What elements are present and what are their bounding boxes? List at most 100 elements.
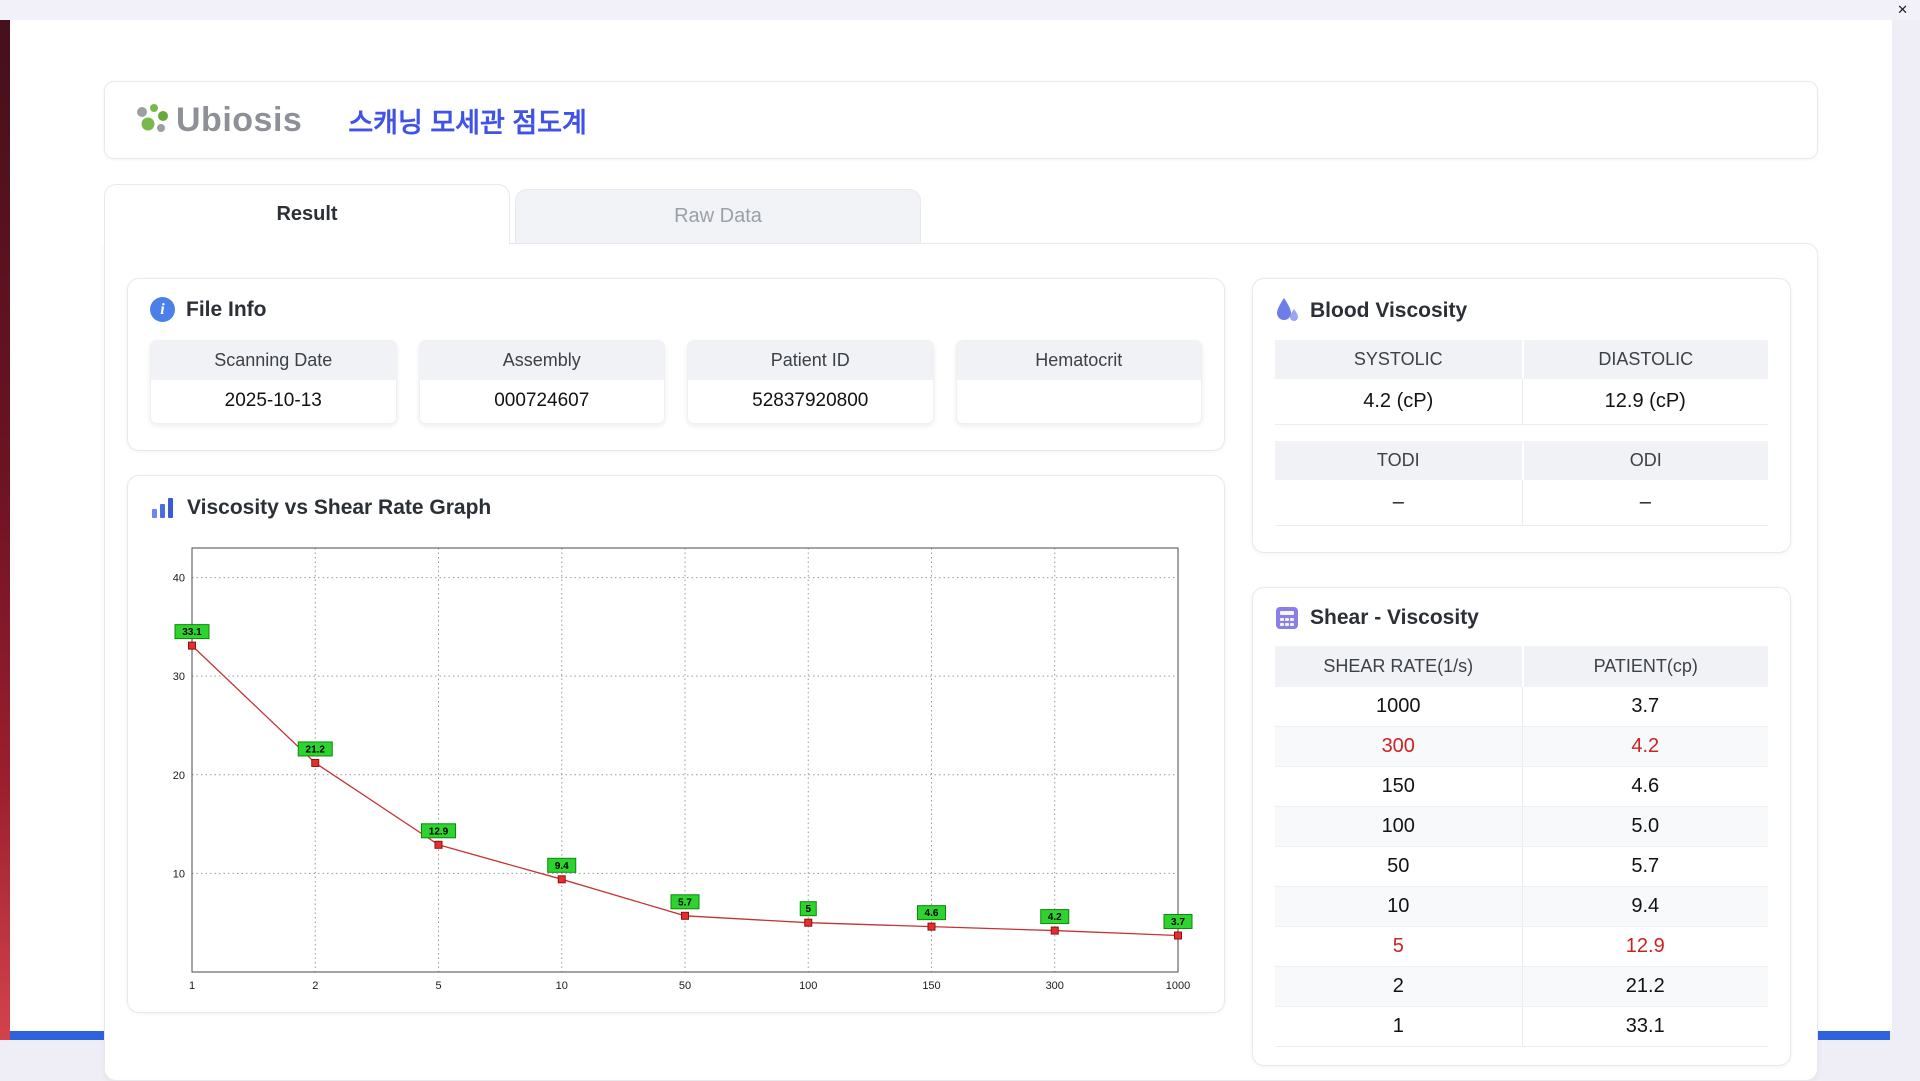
bv-value-row: – –	[1275, 480, 1768, 526]
viscosity-graph-card: Viscosity vs Shear Rate Graph 10 20 30 40 1 2…	[127, 475, 1225, 1013]
field-patient-id: Patient ID 52837920800	[687, 340, 934, 424]
result-panel: i File Info Scanning Date 2025-10-13 Ass…	[104, 243, 1818, 1081]
right-column: Blood Viscosity SYSTOLIC DIASTOLIC 4.2 (…	[1252, 278, 1791, 1066]
bv-header-odi: ODI	[1521, 441, 1768, 480]
desktop-background-strip	[0, 20, 10, 1040]
svg-text:2: 2	[312, 980, 318, 992]
tab-raw-data[interactable]: Raw Data	[515, 189, 921, 243]
svg-text:21.2: 21.2	[306, 744, 326, 755]
file-info-fields: Scanning Date 2025-10-13 Assembly 000724…	[150, 340, 1202, 424]
svg-text:20: 20	[173, 770, 185, 782]
field-scanning-date: Scanning Date 2025-10-13	[150, 340, 397, 424]
window-titlebar: ✕	[0, 0, 1920, 20]
svg-text:5.7: 5.7	[678, 897, 692, 908]
left-column: i File Info Scanning Date 2025-10-13 Ass…	[127, 278, 1225, 1066]
svg-text:1: 1	[189, 980, 195, 992]
bv-group-systolic-diastolic: SYSTOLIC DIASTOLIC 4.2 (cP) 12.9 (cP)	[1275, 340, 1768, 425]
shear-viscosity-title: Shear - Viscosity	[1310, 606, 1479, 629]
sv-shear-rate: 300	[1381, 735, 1415, 757]
bv-value-todi: –	[1275, 480, 1522, 526]
svg-text:3.7: 3.7	[1171, 917, 1185, 928]
shear-viscosity-table: SHEAR RATE(1/s) PATIENT(cp) 1000 3.7 300…	[1275, 646, 1768, 1047]
sv-shear-rate: 10	[1387, 895, 1410, 917]
sv-table-header: SHEAR RATE(1/s) PATIENT(cp)	[1275, 646, 1768, 687]
app-header: Ubiosis 스캐닝 모세관 점도계	[104, 81, 1818, 159]
sv-shear-rate: 1	[1392, 1015, 1404, 1037]
sv-table-body: 1000 3.7 300 4.2 150 4.6 100 5.0 50 5.7 …	[1275, 687, 1768, 1047]
sv-patient: 5.7	[1521, 847, 1769, 886]
sv-patient: 21.2	[1521, 967, 1769, 1006]
table-row: 2 21.2	[1275, 967, 1768, 1007]
bv-value-systolic: 4.2 (cP)	[1275, 379, 1522, 425]
svg-text:10: 10	[173, 868, 185, 880]
field-label: Hematocrit	[956, 341, 1201, 380]
sv-shear-rate: 100	[1381, 815, 1415, 837]
window-close-icon[interactable]: ✕	[1897, 2, 1908, 18]
table-row: 1000 3.7	[1275, 687, 1768, 727]
blood-viscosity-card: Blood Viscosity SYSTOLIC DIASTOLIC 4.2 (…	[1252, 278, 1791, 553]
bv-header-row: SYSTOLIC DIASTOLIC	[1275, 340, 1768, 379]
bv-header-todi: TODI	[1275, 441, 1522, 480]
sv-patient: 9.4	[1521, 887, 1769, 926]
svg-text:5: 5	[435, 980, 441, 992]
bv-value-odi: –	[1521, 480, 1768, 526]
shear-viscosity-card: Shear - Viscosity SHEAR RATE(1/s) PATIEN…	[1252, 587, 1791, 1066]
file-info-heading: i File Info	[150, 297, 1202, 322]
sv-shear-rate: 150	[1381, 775, 1415, 797]
svg-text:9.4: 9.4	[555, 861, 569, 872]
sv-shear-rate: 2	[1392, 975, 1404, 997]
bv-header-diastolic: DIASTOLIC	[1521, 340, 1768, 379]
graph-heading: Viscosity vs Shear Rate Graph	[150, 496, 1202, 520]
svg-text:50: 50	[679, 980, 691, 992]
sv-patient: 3.7	[1521, 687, 1769, 726]
sv-patient: 4.2	[1521, 727, 1769, 766]
viscosity-chart: 10 20 30 40 1 2 5 10 50 100 150 300 1000 33.1 21.2 12.9…	[173, 547, 1193, 992]
field-value: 2025-10-13	[151, 380, 396, 423]
svg-text:12.9: 12.9	[429, 826, 449, 837]
graph-title: Viscosity vs Shear Rate Graph	[187, 496, 492, 519]
sv-col-shear-rate: SHEAR RATE(1/s)	[1323, 656, 1474, 676]
svg-text:10: 10	[556, 980, 568, 992]
svg-text:30: 30	[173, 671, 185, 683]
bv-value-diastolic: 12.9 (cP)	[1521, 379, 1768, 425]
blood-viscosity-heading: Blood Viscosity	[1275, 297, 1768, 324]
field-hematocrit: Hematocrit	[955, 340, 1202, 424]
svg-text:5: 5	[805, 904, 811, 915]
table-row: 100 5.0	[1275, 807, 1768, 847]
water-drop-icon	[1277, 298, 1298, 321]
table-row: 50 5.7	[1275, 847, 1768, 887]
table-row: 150 4.6	[1275, 767, 1768, 807]
field-label: Assembly	[419, 341, 664, 380]
file-info-card: i File Info Scanning Date 2025-10-13 Ass…	[127, 278, 1225, 451]
main-content: Ubiosis 스캐닝 모세관 점도계 Result Raw Data i Fi…	[104, 81, 1818, 1081]
logo-text: Ubiosis	[176, 100, 303, 139]
svg-text:4.2: 4.2	[1048, 912, 1062, 923]
svg-text:150: 150	[922, 980, 940, 992]
svg-text:33.1: 33.1	[182, 627, 202, 638]
sv-patient: 12.9	[1521, 927, 1769, 966]
svg-text:40: 40	[173, 573, 185, 585]
table-row: 5 12.9	[1275, 927, 1768, 967]
bv-header-row: TODI ODI	[1275, 441, 1768, 480]
bar-chart-icon	[152, 498, 173, 518]
sv-patient: 4.6	[1521, 767, 1769, 806]
field-assembly: Assembly 000724607	[418, 340, 665, 424]
bv-value-row: 4.2 (cP) 12.9 (cP)	[1275, 379, 1768, 425]
sv-shear-rate: 1000	[1376, 695, 1421, 717]
file-info-title: File Info	[186, 297, 267, 321]
sv-col-patient: PATIENT(cp)	[1521, 646, 1769, 687]
shear-viscosity-heading: Shear - Viscosity	[1275, 606, 1768, 630]
tab-bar: Result Raw Data	[104, 184, 1818, 244]
app-title: 스캐닝 모세관 점도계	[348, 107, 587, 138]
field-label: Patient ID	[688, 341, 933, 380]
sv-patient: 5.0	[1521, 807, 1769, 846]
svg-text:300: 300	[1046, 980, 1064, 992]
table-row: 10 9.4	[1275, 887, 1768, 927]
table-row: 1 33.1	[1275, 1007, 1768, 1047]
svg-text:1000: 1000	[1166, 980, 1190, 992]
tab-result[interactable]: Result	[104, 184, 510, 244]
info-icon: i	[150, 297, 175, 322]
sv-shear-rate: 50	[1387, 855, 1410, 877]
calculator-icon	[1276, 607, 1298, 629]
svg-text:100: 100	[799, 980, 817, 992]
